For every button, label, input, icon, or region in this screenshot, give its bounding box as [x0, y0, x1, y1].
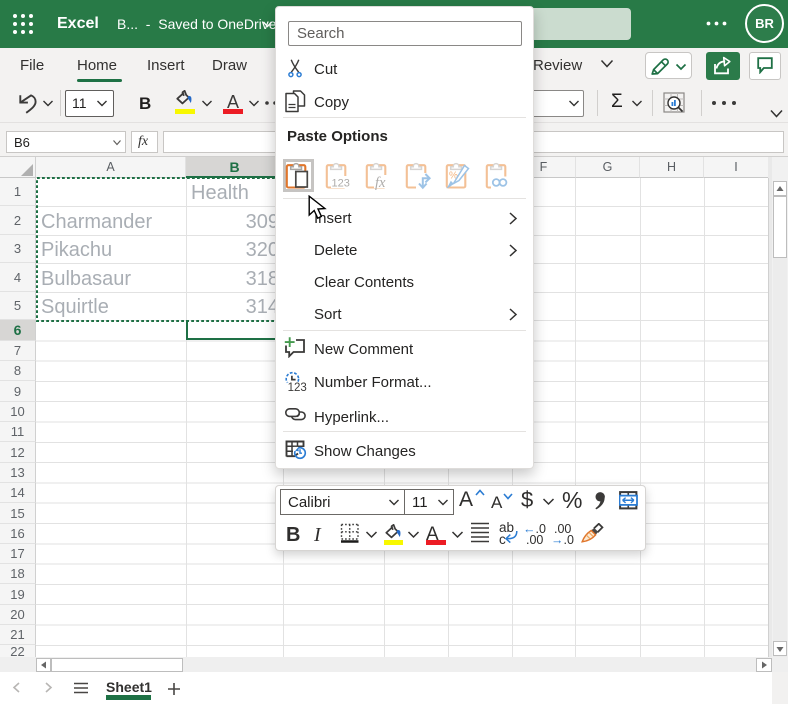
- svg-text:123: 123: [288, 382, 307, 392]
- svg-text:123: 123: [332, 178, 350, 190]
- svg-text:fx: fx: [375, 175, 386, 190]
